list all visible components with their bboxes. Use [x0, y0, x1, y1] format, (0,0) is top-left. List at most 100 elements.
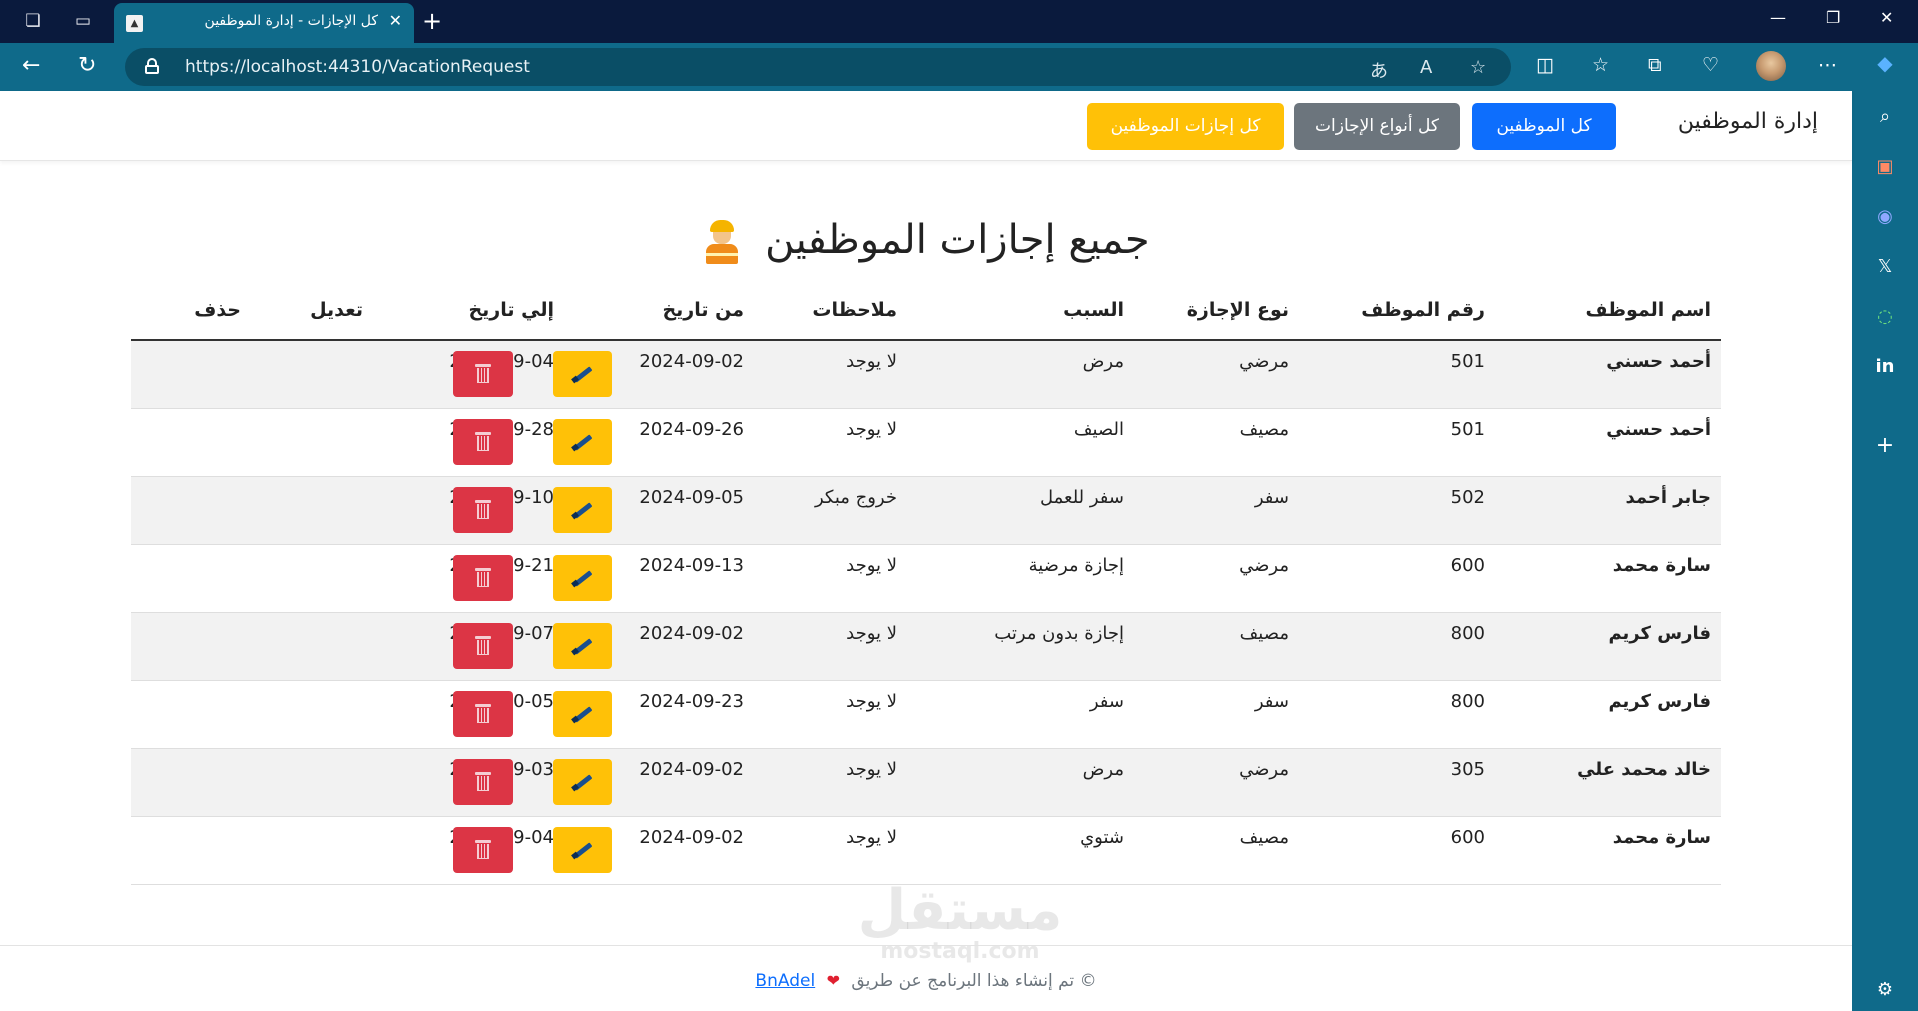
header-notes: ملاحظات: [812, 299, 897, 321]
trash-icon: [475, 840, 491, 860]
table-row: جابر أحمد 502 سفر سفر للعمل خروج مبكر 2024-09…: [131, 477, 1721, 545]
tools-icon[interactable]: ▣: [1852, 156, 1918, 177]
favorites-icon[interactable]: ☆: [1592, 54, 1609, 76]
edit-button[interactable]: [553, 623, 612, 669]
favorite-star-icon[interactable]: ☆: [1470, 57, 1486, 78]
minimize-icon[interactable]: —: [1770, 8, 1786, 27]
header-to-date: إلي تاريخ: [468, 299, 554, 321]
edit-button[interactable]: [553, 419, 612, 465]
cell-employee-number: 502: [1450, 487, 1485, 508]
url-text[interactable]: https://localhost:44310/VacationRequest: [185, 57, 530, 77]
cell-reason: مرض: [1082, 759, 1124, 780]
edit-button[interactable]: [553, 351, 612, 397]
cell-employee-number: 501: [1450, 419, 1485, 440]
table-row: خالد محمد علي 305 مرضي مرض لا يوجد 2024-09-02…: [131, 749, 1721, 817]
translate-icon[interactable]: あ: [1370, 57, 1388, 83]
cell-employee-name: أحمد حسني: [1606, 351, 1711, 372]
cell-notes: لا يوجد: [846, 759, 897, 780]
more-options-icon[interactable]: ⋯: [1818, 54, 1837, 76]
restore-icon[interactable]: ❐: [1826, 8, 1840, 27]
split-screen-icon[interactable]: ◫: [1536, 54, 1554, 76]
collections-icon[interactable]: ⧉: [1648, 54, 1662, 76]
table-body: أحمد حسني 501 مرضي مرض لا يوجد 2024-09-02 2024…: [131, 341, 1721, 885]
copilot-icon[interactable]: ◆: [1852, 51, 1918, 75]
tab-actions-icon[interactable]: ▭: [70, 8, 96, 34]
tab-title: كل الإجازات - إدارة الموظفين: [204, 13, 378, 29]
cell-reason: إجازة مرضية: [1028, 555, 1124, 576]
delete-button[interactable]: [453, 759, 513, 805]
edit-button[interactable]: [553, 691, 612, 737]
delete-button[interactable]: [453, 555, 513, 601]
cell-notes: لا يوجد: [846, 419, 897, 440]
cell-from-date: 2024-09-02: [639, 623, 744, 644]
pencil-icon: [571, 365, 593, 384]
pencil-icon: [571, 501, 593, 520]
cell-vacation-type: سفر: [1254, 691, 1289, 712]
page-heading: جميع إجازات الموظفين: [0, 217, 1852, 264]
browser-toolbar: ← ↻ https://localhost:44310/VacationRequ…: [0, 43, 1852, 91]
pencil-icon: [571, 773, 593, 792]
whatsapp-icon[interactable]: ◌: [1852, 306, 1918, 327]
search-icon[interactable]: ⌕: [1852, 106, 1918, 127]
workspaces-icon[interactable]: ❏: [20, 8, 46, 34]
edit-button[interactable]: [553, 827, 612, 873]
delete-button[interactable]: [453, 351, 513, 397]
table-row: فارس كريم 800 مصيف إجازة بدون مرتب لا يوجد 20…: [131, 613, 1721, 681]
heart-icon: ❤: [826, 971, 840, 990]
delete-button[interactable]: [453, 623, 513, 669]
edit-button[interactable]: [553, 555, 612, 601]
table-row: سارة محمد600مصيفشتويلا يوجد2024-09-02202…: [131, 817, 1721, 885]
add-sidebar-app-icon[interactable]: +: [1852, 433, 1918, 458]
all-vacation-types-button[interactable]: كل أنواع الإجازات: [1294, 103, 1460, 150]
close-tab-icon[interactable]: ✕: [389, 11, 402, 30]
cell-employee-number: 600: [1450, 555, 1485, 576]
table-header: اسم الموظف رقم الموظف نوع الإجازة السبب …: [131, 287, 1721, 341]
cell-notes: لا يوجد: [846, 827, 897, 848]
browser-tab-active[interactable]: ▲ كل الإجازات - إدارة الموظفين ✕: [114, 3, 414, 43]
table-row: فارس كريم800سفرسفرلا يوجد2024-09-232024-…: [131, 681, 1721, 749]
table-row: أحمد حسني501مرضيمرضلا يوجد2024-09-022024…: [131, 341, 1721, 409]
office-icon[interactable]: ◉: [1852, 206, 1918, 227]
cell-notes: لا يوجد: [846, 691, 897, 712]
close-window-icon[interactable]: ✕: [1880, 8, 1893, 27]
cell-from-date: 2024-09-02: [639, 351, 744, 372]
cell-from-date: 2024-09-26: [639, 419, 744, 440]
navbar-brand[interactable]: إدارة الموظفين: [1678, 109, 1818, 134]
browser-title-bar: ❏ ▭ ▲ كل الإجازات - إدارة الموظفين ✕ + —…: [0, 0, 1918, 43]
linkedin-icon[interactable]: in: [1852, 356, 1918, 377]
cell-notes: لا يوجد: [846, 351, 897, 372]
all-employees-button[interactable]: كل الموظفين: [1472, 103, 1616, 150]
cell-reason: الصيف: [1073, 419, 1124, 440]
browser-essentials-icon[interactable]: ♡: [1702, 54, 1719, 76]
edit-button[interactable]: [553, 487, 612, 533]
delete-button[interactable]: [453, 419, 513, 465]
cell-employee-name: جابر أحمد: [1625, 487, 1711, 508]
edit-button[interactable]: [553, 759, 612, 805]
trash-icon: [475, 772, 491, 792]
cell-vacation-type: مصيف: [1239, 827, 1289, 848]
cell-employee-name: سارة محمد: [1612, 555, 1711, 576]
new-tab-icon[interactable]: +: [422, 7, 442, 35]
x-twitter-icon[interactable]: 𝕏: [1852, 256, 1918, 277]
address-bar[interactable]: https://localhost:44310/VacationRequest …: [125, 48, 1511, 86]
lock-icon[interactable]: [145, 58, 159, 74]
read-aloud-icon[interactable]: A: [1420, 57, 1432, 78]
all-employee-vacations-button[interactable]: كل إجازات الموظفين: [1087, 103, 1284, 150]
header-from-date: من تاريخ: [662, 299, 744, 321]
profile-avatar[interactable]: [1756, 51, 1786, 81]
page-title: جميع إجازات الموظفين: [765, 217, 1150, 263]
cell-notes: خروج مبكر: [814, 487, 897, 508]
back-icon[interactable]: ←: [22, 53, 40, 79]
header-delete: حذف: [194, 299, 241, 321]
cell-employee-number: 600: [1450, 827, 1485, 848]
sidebar-settings-icon[interactable]: ⚙: [1852, 979, 1918, 1000]
delete-button[interactable]: [453, 691, 513, 737]
cell-vacation-type: سفر: [1254, 487, 1289, 508]
delete-button[interactable]: [453, 827, 513, 873]
cell-employee-name: فارس كريم: [1608, 691, 1711, 712]
delete-button[interactable]: [453, 487, 513, 533]
table-row: أحمد حسني501مصيفالصيفلا يوجد2024-09-2620…: [131, 409, 1721, 477]
pencil-icon: [571, 433, 593, 452]
refresh-icon[interactable]: ↻: [78, 53, 96, 79]
author-link[interactable]: BnAdel: [755, 971, 815, 991]
